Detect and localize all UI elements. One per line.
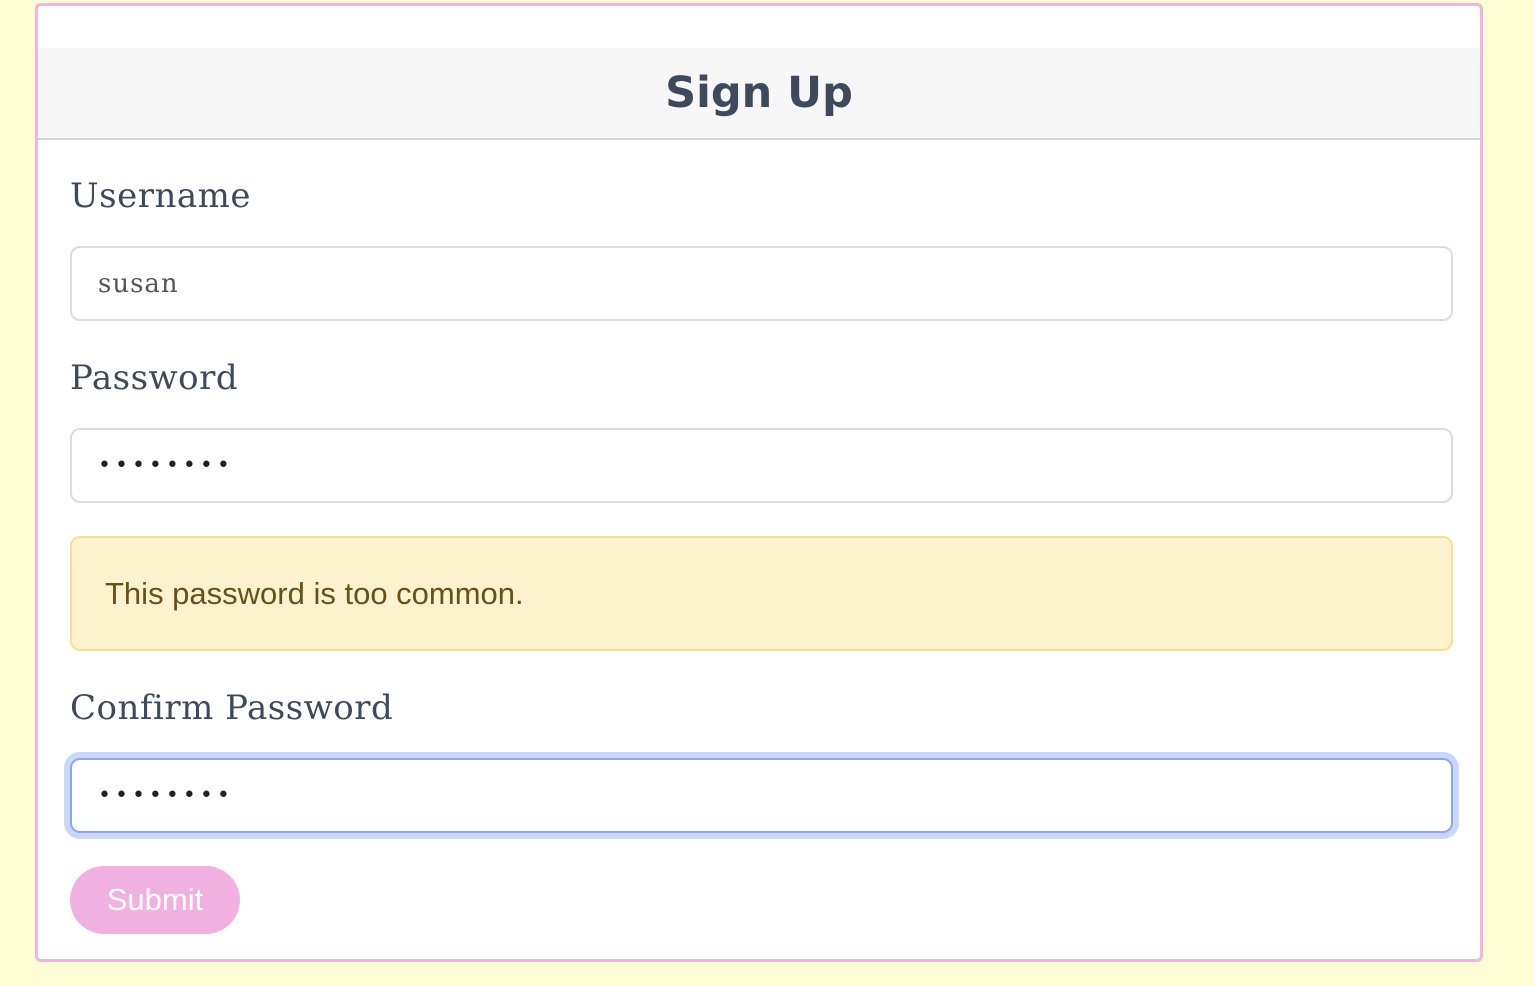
confirm-password-field[interactable] bbox=[70, 758, 1453, 833]
card-header: Sign Up bbox=[38, 48, 1480, 140]
page-title: Sign Up bbox=[665, 68, 853, 118]
submit-button[interactable]: Submit bbox=[70, 866, 240, 934]
username-label: Username bbox=[70, 176, 252, 216]
signup-card: Sign Up Username Password This password … bbox=[35, 3, 1483, 962]
username-field[interactable] bbox=[70, 246, 1453, 321]
password-field[interactable] bbox=[70, 428, 1453, 503]
confirm-password-label: Confirm Password bbox=[70, 688, 394, 728]
alert-message: This password is too common. bbox=[105, 575, 524, 611]
password-warning-alert: This password is too common. bbox=[70, 536, 1453, 651]
password-label: Password bbox=[70, 358, 239, 398]
